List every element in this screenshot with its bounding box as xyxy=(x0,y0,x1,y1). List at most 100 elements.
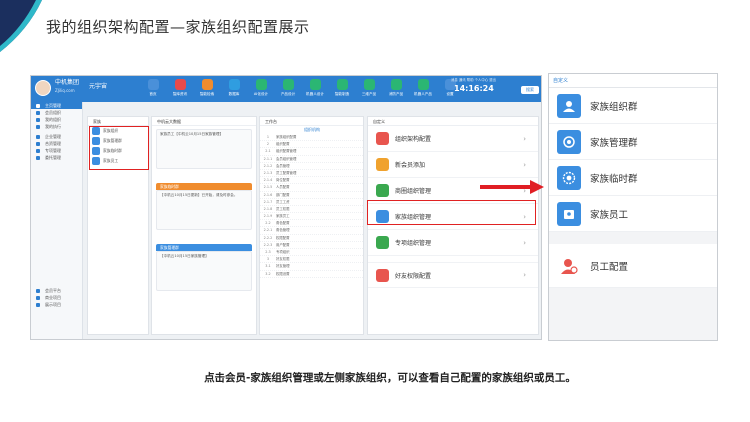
tree-row[interactable]: 2.2 角色配置 xyxy=(260,220,363,228)
tree-row-label: 专项组织 xyxy=(276,250,290,254)
tree-row[interactable]: 2.1.6 部门配置 xyxy=(260,192,363,199)
family-staff-icon xyxy=(557,201,581,226)
family-temp-group-icon xyxy=(557,165,581,190)
popup-item[interactable]: 家族组织群 xyxy=(549,88,717,124)
top-nav-item[interactable]: 首页 xyxy=(141,78,165,100)
tree-row-number: 3.1 xyxy=(265,264,271,269)
menu-highlight-box xyxy=(367,200,536,225)
top-nav-item[interactable]: 智能检索 xyxy=(195,78,219,100)
left-nav-bottom-item[interactable]: 商业项目 xyxy=(31,294,82,301)
tree-row-label: 会员组织管理 xyxy=(276,156,297,161)
brand-logo: 中机集团 ZJiliq.com xyxy=(55,79,79,95)
tree-row[interactable]: 3.1 好友管理 xyxy=(260,263,363,271)
left-nav-item[interactable]: 合资管理 xyxy=(31,140,82,147)
tree-row[interactable]: 3.2 权限设置 xyxy=(260,271,363,278)
menu-item-icon xyxy=(376,268,389,282)
top-nav-item[interactable]: 机器人设计 xyxy=(303,78,327,100)
corner-decoration xyxy=(0,0,42,52)
avatar[interactable] xyxy=(35,80,51,96)
left-nav-label: 主页管理 xyxy=(45,103,61,108)
tree-row-label: 员工权限 xyxy=(276,206,290,211)
left-nav-item[interactable]: 企业管理 xyxy=(31,133,82,140)
top-nav-label: 智库资讯 xyxy=(172,92,188,96)
member-menu-item[interactable]: 新会员添加 › xyxy=(368,152,538,178)
top-nav-item[interactable]: 智能制造 xyxy=(330,78,354,100)
staff-config-label: 员工配置 xyxy=(590,261,629,273)
top-nav-label: 数据库 xyxy=(228,92,240,96)
popup-divider xyxy=(549,232,717,244)
tree-row[interactable]: 1 家族组织配置 xyxy=(260,134,363,142)
tree-row-label: 权限配置 xyxy=(276,235,290,240)
tree-row[interactable]: 2.1.3 员工配置管理 xyxy=(260,170,363,178)
tree-row-label: 家族员工 xyxy=(276,214,290,219)
popup-list: 家族组织群 家族管理群 家族临时群 家族员工 xyxy=(549,88,717,232)
chat-card-head: 家族管理群 xyxy=(156,244,252,251)
left-nav-item[interactable]: 我的组织 xyxy=(31,116,82,123)
tree-row[interactable]: 2.1.8 员工权限 xyxy=(260,206,363,214)
left-nav-label: 专项管理 xyxy=(45,148,61,153)
red-arrow-icon xyxy=(480,180,544,194)
popup-item-staff-config[interactable]: 员工配置 xyxy=(549,244,717,288)
tree-row[interactable]: 2.1.2 会员管理 xyxy=(260,163,363,170)
clock: 14:16:24 xyxy=(454,84,494,93)
popup-item[interactable]: 家族员工 xyxy=(549,196,717,232)
top-links[interactable]: 消息 通讯 帮助 个人中心 退出 xyxy=(451,77,496,82)
top-nav-item[interactable]: 三维产品 xyxy=(357,78,381,100)
chat-card[interactable]: 家族员工【中机云10月15日家族管理】 xyxy=(156,129,252,169)
top-nav-item[interactable]: 机器人产品 xyxy=(411,78,435,100)
left-nav-item[interactable]: 会员组织 xyxy=(31,109,82,116)
member-menu-item[interactable]: 组织架构配置 › xyxy=(368,126,538,152)
left-nav-item[interactable]: 专项管理 xyxy=(31,147,82,154)
menu-item-label: 好友权限配置 xyxy=(395,272,432,280)
tree-row[interactable]: 2.2.2 权限配置 xyxy=(260,235,363,242)
tree-row[interactable]: 2.1.7 员工工资 xyxy=(260,199,363,206)
popup-item[interactable]: 家族管理群 xyxy=(549,124,717,160)
tree-row[interactable]: 2.1.5 人员配置 xyxy=(260,184,363,192)
tree-row[interactable]: 2.1.9 家族员工 xyxy=(260,213,363,221)
top-nav-item[interactable]: 数据库 xyxy=(222,78,246,100)
top-nav-label: 消防产品 xyxy=(388,92,404,96)
left-nav-icon xyxy=(36,296,40,300)
slide-title: 我的组织架构配置—家族组织配置展示 xyxy=(46,18,310,36)
tree-row[interactable]: 2.1 组织配置管理 xyxy=(260,148,363,156)
left-nav-item[interactable]: 主页管理 xyxy=(31,102,82,109)
left-nav-item[interactable]: 我的执行 xyxy=(31,123,82,130)
chat-panel: 中机云大数据 家族员工【中机云10月15日家族管理】 家族临时群 【中机云10月15… xyxy=(151,116,257,335)
tree-row-label: 用户配置 xyxy=(276,242,290,247)
popup-item[interactable]: 家族临时群 xyxy=(549,160,717,196)
tree-row[interactable]: 2.3 专项组织 xyxy=(260,249,363,257)
member-menu-item[interactable]: 好友权限配置 › xyxy=(368,262,538,288)
left-nav-icon xyxy=(36,289,40,293)
nav-icon xyxy=(147,79,159,90)
nav-icon xyxy=(201,79,213,90)
top-nav-item[interactable]: 消防产品 xyxy=(384,78,408,100)
nav-icon xyxy=(309,79,321,90)
left-nav: 主页管理 会员组织 我的组织 我的执行企业管理 合资管理 专项管理 委托管理会员平台 商业项目… xyxy=(31,102,83,339)
left-nav-icon xyxy=(36,303,40,307)
tree-row-label: 员工工资 xyxy=(276,199,290,204)
tree-row[interactable]: 2.1.4 岗位配置 xyxy=(260,177,363,185)
top-nav-label: 机器人产品 xyxy=(414,92,432,96)
user-name[interactable]: 元宇宙 xyxy=(89,81,107,90)
top-nav-item[interactable]: 智库资讯 xyxy=(168,78,192,100)
top-nav-item[interactable]: AI化设计 xyxy=(249,78,273,100)
left-nav-bottom-item[interactable]: 会员平台 xyxy=(31,287,82,294)
tree-row[interactable]: 3 好友权限 xyxy=(260,256,363,264)
member-menu-item[interactable]: 专项组织管理 › xyxy=(368,230,538,256)
tree-row[interactable]: 2.1.1 会员组织管理 xyxy=(260,156,363,163)
top-nav-item[interactable]: 产品设计 xyxy=(276,78,300,100)
chat-card[interactable]: 【中机云10月15日更新】已开始，请及时参会。 xyxy=(156,190,252,230)
left-nav-bottom-item[interactable]: 展示项目 xyxy=(31,301,82,308)
search-button[interactable]: 搜索 xyxy=(521,86,539,94)
chevron-right-icon: › xyxy=(523,238,526,247)
chat-card-head: 家族临时群 xyxy=(156,183,252,190)
tree-row-number: 2.2 xyxy=(265,221,271,226)
left-nav-label: 展示项目 xyxy=(45,302,61,307)
tree-row[interactable]: 2.2.1 角色管理 xyxy=(260,227,363,235)
chat-card[interactable]: 【中机云10月15日家族管理】 xyxy=(156,251,252,291)
tree-row[interactable]: 2.2.3 用户配置 xyxy=(260,242,363,249)
tree-row-number: 2.1 xyxy=(265,149,271,154)
tree-row[interactable]: 2 组织配置 xyxy=(260,141,363,149)
tree-row-label: 角色配置 xyxy=(276,221,290,226)
left-nav-item[interactable]: 委托管理 xyxy=(31,154,82,161)
